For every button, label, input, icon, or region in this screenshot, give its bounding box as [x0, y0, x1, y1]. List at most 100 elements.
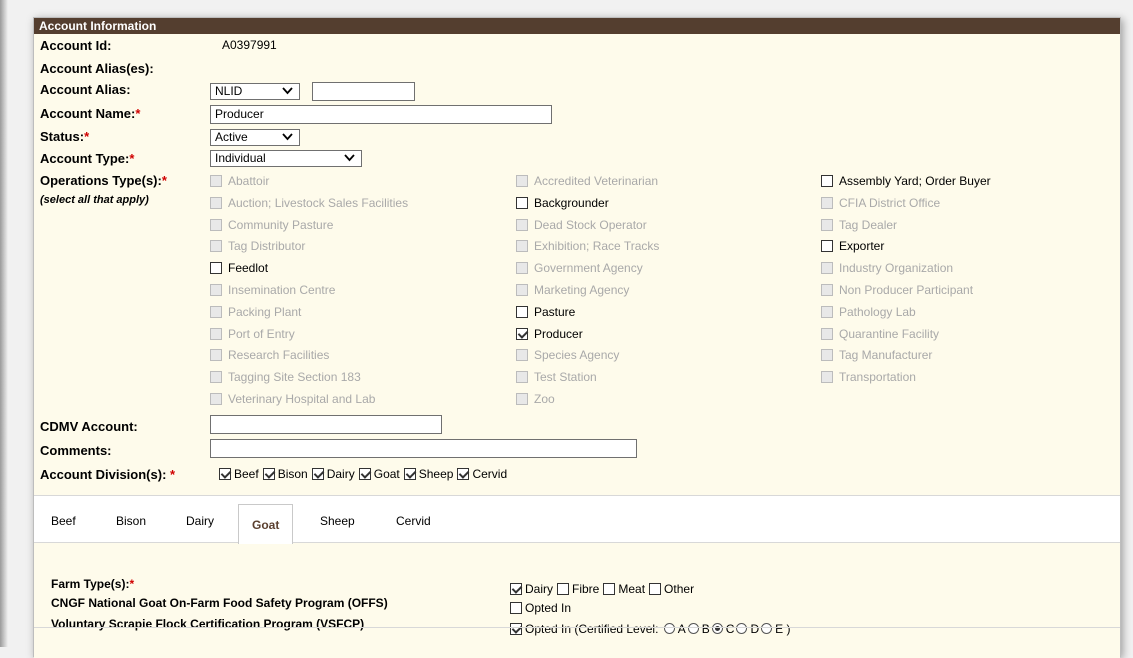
account-alias-label: Account Alias:	[40, 82, 131, 97]
division-option-cervid[interactable]: Cervid	[457, 467, 507, 481]
farm-type-checkbox[interactable]	[557, 583, 570, 595]
operation-option-assembly-yard-order-buyer[interactable]: Assembly Yard; Order Buyer	[821, 173, 991, 189]
certified-level-label: E	[775, 622, 784, 636]
division-option-beef[interactable]: Beef	[219, 467, 259, 481]
division-label: Dairy	[326, 467, 355, 481]
operation-checkbox[interactable]	[516, 197, 528, 209]
operation-checkbox	[210, 175, 222, 187]
operation-checkbox[interactable]	[210, 262, 222, 274]
operation-label: Packing Plant	[228, 305, 302, 319]
farm-type-option-other[interactable]: Other	[649, 582, 694, 596]
operation-label: Dead Stock Operator	[534, 218, 647, 232]
certified-level-option-d[interactable]: D	[734, 622, 759, 636]
farm-type-option-meat[interactable]: Meat	[603, 582, 645, 596]
division-checkbox[interactable]	[219, 468, 231, 480]
operation-option-producer[interactable]: Producer	[516, 326, 583, 342]
certified-level-option-a[interactable]: A	[662, 622, 686, 636]
farm-type-option-fibre[interactable]: Fibre	[557, 582, 599, 596]
farm-type-checkbox[interactable]	[510, 583, 522, 595]
certified-level-option-b[interactable]: B	[686, 622, 710, 636]
division-checkbox[interactable]	[403, 468, 416, 480]
certified-level-option-c[interactable]: C	[710, 622, 734, 636]
tab-bison[interactable]: Bison	[116, 514, 146, 528]
certified-level-radio[interactable]	[711, 623, 723, 634]
division-label: Goat	[373, 467, 400, 481]
comments-input[interactable]	[210, 439, 637, 458]
operation-checkbox	[821, 349, 833, 361]
farm-type-option-dairy[interactable]: Dairy	[510, 582, 553, 596]
operation-option-pasture[interactable]: Pasture	[516, 304, 575, 320]
certified-level-label: D	[750, 622, 760, 636]
account-type-select[interactable]: Individual	[210, 150, 362, 167]
chevron-down-icon	[282, 133, 293, 141]
account-name-input[interactable]: Producer	[210, 105, 552, 124]
division-option-dairy[interactable]: Dairy	[311, 467, 355, 481]
alias-type-select[interactable]: NLID	[210, 83, 300, 100]
close-paren: )	[786, 622, 791, 636]
certified-level-option-e[interactable]: E	[759, 622, 783, 636]
division-checkbox[interactable]	[457, 468, 470, 480]
operation-option-non-producer-participant: Non Producer Participant	[821, 282, 973, 298]
operation-checkbox	[516, 349, 528, 361]
operation-checkbox	[821, 284, 833, 296]
operation-option-marketing-agency: Marketing Agency	[516, 282, 629, 298]
division-checkbox[interactable]	[311, 468, 324, 480]
page-edge	[0, 0, 8, 647]
operation-label: Exhibition; Race Tracks	[534, 239, 660, 253]
operation-checkbox[interactable]	[821, 240, 833, 252]
certified-level-radio[interactable]	[736, 623, 748, 634]
operation-checkbox	[210, 306, 222, 318]
operation-label: Abattoir	[228, 174, 270, 188]
operation-checkbox	[516, 284, 528, 296]
division-option-bison[interactable]: Bison	[262, 467, 308, 481]
vsfcp-opted-in-label: Opted In (Certified Level:	[525, 622, 659, 636]
operation-label: Port of Entry	[228, 327, 295, 341]
division-option-goat[interactable]: Goat	[358, 467, 400, 481]
farm-type-checkbox[interactable]	[603, 583, 616, 595]
farm-type-checkbox[interactable]	[649, 583, 662, 595]
operation-label: Government Agency	[534, 261, 643, 275]
alias-value-input[interactable]	[312, 82, 415, 101]
vsfcp-opted-in-checkbox[interactable]	[510, 623, 522, 635]
tab-cervid[interactable]: Cervid	[396, 514, 431, 528]
operation-option-tag-distributor: Tag Distributor	[210, 238, 305, 254]
tab-sheep[interactable]: Sheep	[320, 514, 355, 528]
operation-option-research-facilities: Research Facilities	[210, 347, 329, 363]
account-id-label: Account Id:	[40, 38, 112, 53]
operation-option-test-station: Test Station	[516, 369, 597, 385]
division-option-sheep[interactable]: Sheep	[403, 467, 453, 481]
operation-option-feedlot[interactable]: Feedlot	[210, 260, 268, 276]
tab-dairy[interactable]: Dairy	[186, 514, 214, 528]
tab-goat[interactable]: Goat	[238, 504, 294, 545]
offs-opted-in-label: Opted In	[525, 601, 572, 615]
operation-label: Auction; Livestock Sales Facilities	[228, 196, 409, 210]
certified-level-radio[interactable]	[663, 623, 675, 634]
status-value: Active	[215, 130, 248, 144]
certified-level-radio[interactable]	[687, 623, 699, 634]
division-checkbox[interactable]	[262, 468, 275, 480]
division-checkbox[interactable]	[358, 468, 371, 480]
account-division-label: Account Division(s): *	[40, 467, 176, 482]
operation-label: Insemination Centre	[228, 283, 336, 297]
operation-option-packing-plant: Packing Plant	[210, 304, 301, 320]
operation-checkbox[interactable]	[516, 306, 528, 318]
operation-option-insemination-centre: Insemination Centre	[210, 282, 335, 298]
certified-level-radio[interactable]	[761, 623, 773, 634]
operation-option-tagging-site-section-183: Tagging Site Section 183	[210, 369, 361, 385]
operation-checkbox	[210, 328, 222, 340]
operation-option-backgrounder[interactable]: Backgrounder	[516, 195, 609, 211]
tab-beef[interactable]: Beef	[51, 514, 76, 528]
operation-checkbox	[821, 328, 833, 340]
operation-checkbox[interactable]	[821, 175, 833, 187]
status-select[interactable]: Active	[210, 129, 300, 146]
operation-label: Community Pasture	[228, 218, 334, 232]
operation-label: Feedlot	[228, 261, 269, 275]
cdmv-account-input[interactable]	[210, 415, 442, 434]
operation-option-exporter[interactable]: Exporter	[821, 238, 884, 254]
operation-label: Producer	[534, 327, 583, 341]
offs-opted-in-checkbox[interactable]	[510, 602, 522, 614]
offs-option[interactable]: Opted In	[510, 601, 571, 615]
operation-checkbox[interactable]	[516, 328, 528, 340]
operation-label: Assembly Yard; Order Buyer	[839, 174, 991, 188]
vsfcp-option: Opted In (Certified Level: A BC D E )	[510, 622, 790, 636]
